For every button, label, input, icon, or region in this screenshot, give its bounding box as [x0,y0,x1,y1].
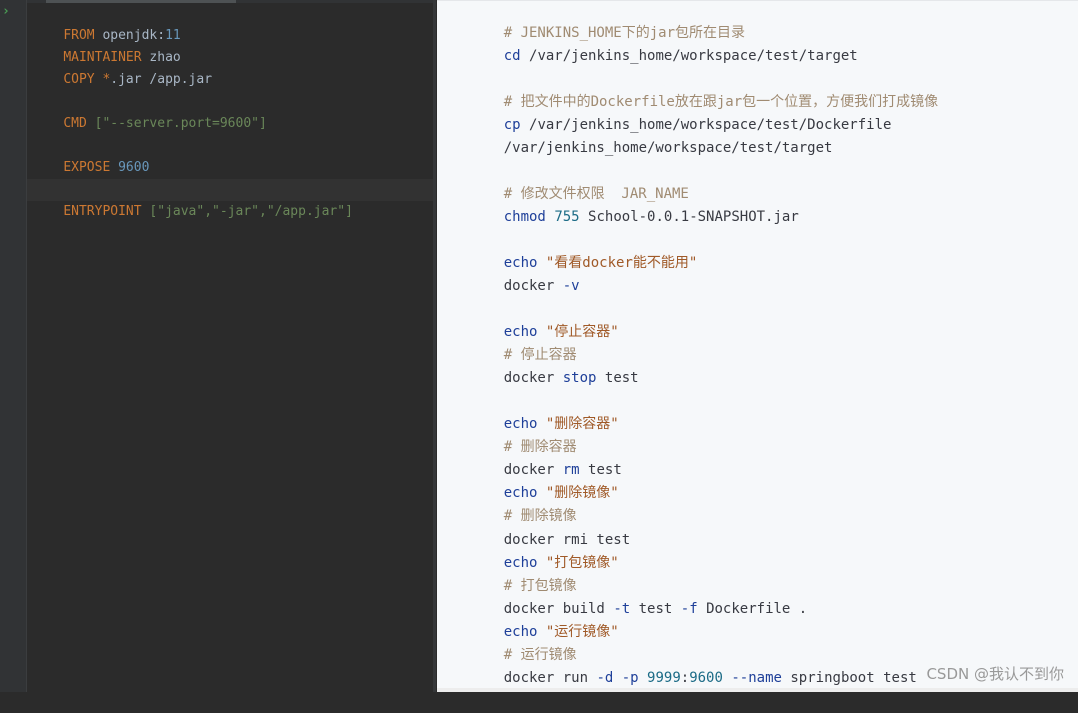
code-line: docker stop test [503,370,639,386]
code-line[interactable]: FROM openjdk:11 [32,3,180,43]
code-line: echo "打包镜像" [503,555,619,571]
entrypoint-args: ["java","-jar","/app.jar"] [149,204,353,219]
code-line[interactable]: COPY *.jar /app.jar [32,47,212,87]
dockerfile-keyword: ENTRYPOINT [63,204,142,219]
editor-vertical-scrollbar[interactable] [433,0,436,692]
run-gutter-icon[interactable]: › [2,5,16,19]
code-line[interactable]: ENTRYPOINT ["java","-jar","/app.jar"] [32,179,353,219]
comment-line: # 删除容器 [503,439,577,455]
code-line: docker run -d -p 9999:9600 --name spring… [503,670,917,686]
code-line: echo "停止容器" [503,324,619,340]
code-line: cd /var/jenkins_home/workspace/test/targ… [503,48,858,64]
code-line: chmod 755 School-0.0.1-SNAPSHOT.jar [503,209,799,225]
exposed-port: 9600 [118,160,150,175]
code-line: echo "运行镜像" [503,624,619,640]
dockerfile-keyword: CMD [63,116,87,131]
comment-line: # 停止容器 [503,347,577,363]
shell-script-code-block[interactable]: # JENKINS_HOME下的jar包所在目录 cd /var/jenkins… [437,0,1078,692]
code-line[interactable]: CMD ["--server.port=9600"] [32,91,267,131]
code-line: /var/jenkins_home/workspace/test/target [503,140,833,156]
code-line[interactable]: MAINTAINER zhao [32,25,180,65]
comment-line: # 删除镜像 [503,508,577,524]
code-line: echo "删除镜像" [503,485,619,501]
code-line: echo "看看docker能不能用" [503,255,698,271]
comment-line: # 把文件中的Dockerfile放在跟jar包一个位置，方便我们打成镜像 [503,94,939,110]
dockerfile-keyword: EXPOSE [63,160,111,175]
dockerfile-keyword: COPY [63,72,95,87]
comment-line: # JENKINS_HOME下的jar包所在目录 [503,25,746,41]
code-line: cp /var/jenkins_home/workspace/test/Dock… [503,117,892,133]
comment-line: # 运行镜像 [503,647,577,663]
code-block-bottom-edge [437,688,1078,692]
comment-line: # 修改文件权限 JAR_NAME [503,186,689,202]
code-line: echo "删除容器" [503,416,619,432]
csdn-watermark: CSDN @我认不到你 [926,665,1064,683]
editor-gutter: › [0,0,27,692]
code-line[interactable]: EXPOSE 9600 [32,135,149,175]
code-line: docker -v [503,278,580,294]
comment-line: # 打包镜像 [503,578,577,594]
dockerfile-editor[interactable]: › FROM openjdk:11 MAINTAINER zhao COPY *… [0,0,436,692]
code-line: docker build -t test -f Dockerfile . [503,601,808,617]
cmd-args: ["--server.port=9600"] [94,116,267,131]
code-line: docker rm test [503,462,622,478]
code-line: docker rmi test [503,532,631,548]
